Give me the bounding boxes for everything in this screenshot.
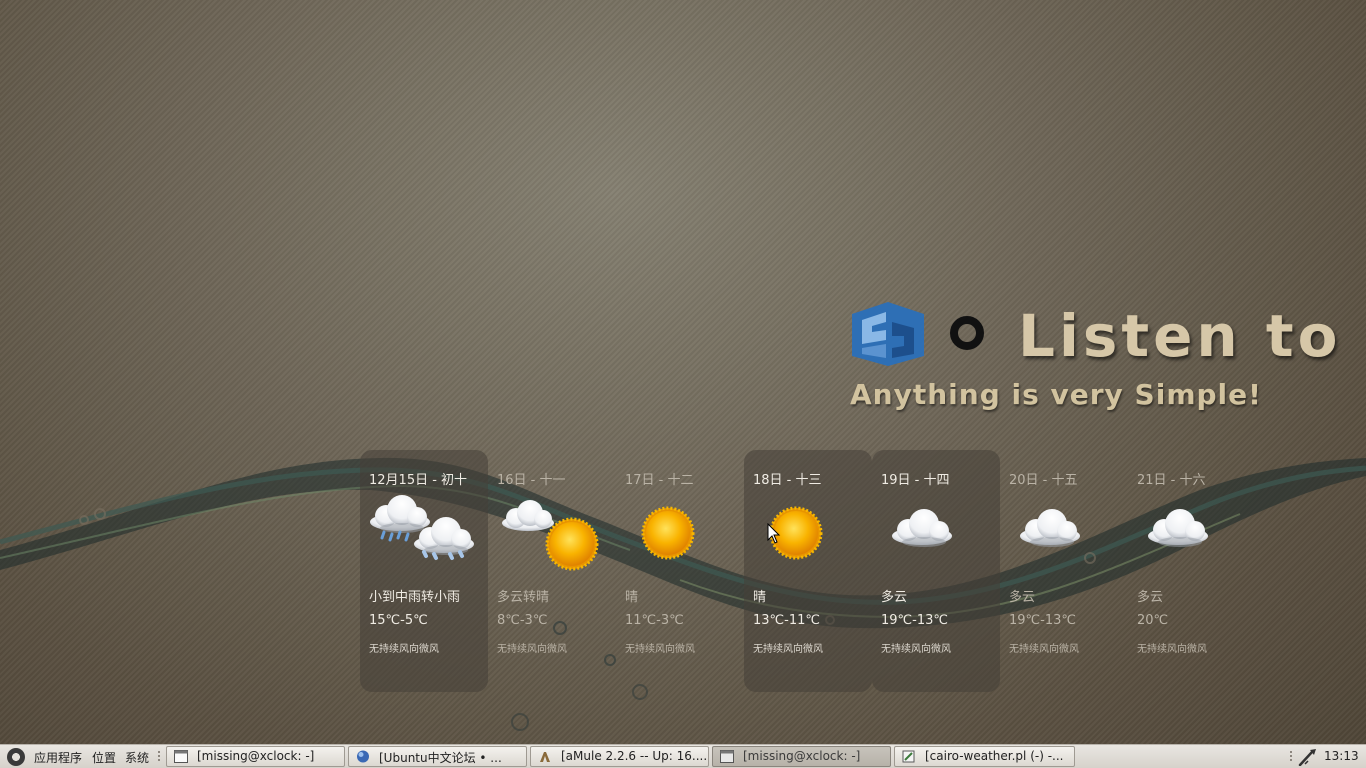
day-wind: 无持续风向微风	[369, 644, 439, 655]
panel-handle[interactable]	[158, 751, 160, 763]
day-condition: 多云转晴	[497, 590, 550, 605]
applications-menu[interactable]: 应用程序	[34, 749, 82, 766]
brand-ring-icon	[950, 316, 984, 350]
rain-snow-icon	[370, 495, 474, 560]
desktop: Listen to k Anything is very Simple! 12月…	[0, 0, 1366, 744]
day-temperature: 8℃-3℃	[497, 613, 548, 628]
weather-day-4: 19日 - 十四 多云 19℃-13℃ 无持续风向微风	[872, 450, 1000, 692]
day-wind: 无持续风向微风	[1009, 644, 1079, 655]
task-button-editor[interactable]: [cairo-weather.pl (-) -...	[894, 746, 1075, 767]
places-menu[interactable]: 位置	[92, 749, 116, 766]
day-date: 19日 - 十四	[881, 473, 950, 488]
day-date: 12月15日 - 初十	[369, 473, 468, 488]
day-wind: 无持续风向微风	[625, 644, 695, 655]
wallpaper-brand: Listen to k Anything is very Simple!	[848, 298, 1366, 418]
task-label: [aMule 2.2.6 -- Up: 16....	[561, 749, 708, 763]
day-wind: 无持续风向微风	[497, 644, 567, 655]
editor-icon	[902, 750, 915, 763]
ubuntu-menu-icon[interactable]	[7, 748, 25, 766]
brand-title: Listen to k	[1018, 302, 1366, 370]
task-label: [missing@xclock: -]	[743, 749, 861, 763]
brand-logo-icon	[852, 302, 924, 366]
weather-day-2: 17日 - 十二 晴 11℃-3℃ 无持续风向微风	[616, 450, 744, 692]
day-temperature: 15℃-5℃	[369, 613, 428, 628]
day-condition: 多云	[1137, 590, 1164, 605]
task-label: [cairo-weather.pl (-) -...	[925, 749, 1064, 763]
task-label: [missing@xclock: -]	[197, 749, 315, 763]
day-condition: 小到中雨转小雨	[369, 590, 461, 605]
cloud-icon	[892, 509, 952, 547]
weather-day-6: 21日 - 十六 多云 20℃ 无持续风向微风	[1128, 450, 1256, 692]
day-temperature: 20℃	[1137, 613, 1169, 628]
weather-day-5: 20日 - 十五 多云 19℃-13℃ 无持续风向微风	[1000, 450, 1128, 692]
weather-day-1: 16日 - 十一 多云转晴 8℃-3℃ 无持续风向微风	[488, 450, 616, 692]
day-condition: 晴	[625, 590, 639, 605]
task-button-xclock-active[interactable]: [missing@xclock: -]	[712, 746, 891, 767]
day-date: 18日 - 十三	[753, 473, 822, 488]
cloud-icon	[1020, 509, 1080, 547]
day-temperature: 13℃-11℃	[753, 613, 820, 628]
day-condition: 晴	[753, 590, 767, 605]
mouse-cursor-icon	[767, 523, 781, 544]
terminal-icon	[174, 750, 188, 763]
task-button-amule[interactable]: [aMule 2.2.6 -- Up: 16....	[530, 746, 709, 767]
amule-icon	[540, 752, 550, 762]
weather-day-0: 12月15日 - 初十 小到中雨转小雨 15℃-5℃ 无持续风向微风	[360, 450, 488, 692]
task-button-browser[interactable]: [Ubuntu中文论坛 • ...	[348, 746, 527, 767]
panel-handle[interactable]	[1290, 751, 1292, 763]
bottom-panel: 应用程序 位置 系统 [missing@xclock: -] [Ubuntu中文…	[0, 744, 1366, 768]
day-wind: 无持续风向微风	[753, 644, 823, 655]
cloud-icon	[1148, 509, 1208, 547]
day-wind: 无持续风向微风	[1137, 644, 1207, 655]
day-date: 20日 - 十五	[1009, 473, 1078, 488]
task-label: [Ubuntu中文论坛 • ...	[379, 751, 502, 765]
sun-icon	[769, 506, 823, 560]
day-temperature: 19℃-13℃	[1009, 613, 1076, 628]
day-temperature: 19℃-13℃	[881, 613, 948, 628]
panel-clock[interactable]: 13:13	[1324, 749, 1359, 763]
sun-icon	[641, 506, 695, 560]
day-condition: 多云	[881, 590, 908, 605]
brand-slogan: Anything is very Simple!	[850, 378, 1262, 411]
day-date: 16日 - 十一	[497, 473, 566, 488]
browser-icon	[357, 750, 369, 763]
day-date: 17日 - 十二	[625, 473, 694, 488]
day-date: 21日 - 十六	[1137, 473, 1206, 488]
day-wind: 无持续风向微风	[881, 644, 951, 655]
cloud-sun-icon	[502, 500, 599, 571]
task-button-xclock[interactable]: [missing@xclock: -]	[166, 746, 345, 767]
system-menu[interactable]: 系统	[125, 749, 149, 766]
weather-day-3: 18日 - 十三 晴 13℃-11℃ 无持续风向微风	[744, 450, 872, 692]
day-temperature: 11℃-3℃	[625, 613, 684, 628]
network-tray-icon[interactable]	[1298, 748, 1318, 766]
terminal-icon	[720, 750, 734, 763]
day-condition: 多云	[1009, 590, 1036, 605]
